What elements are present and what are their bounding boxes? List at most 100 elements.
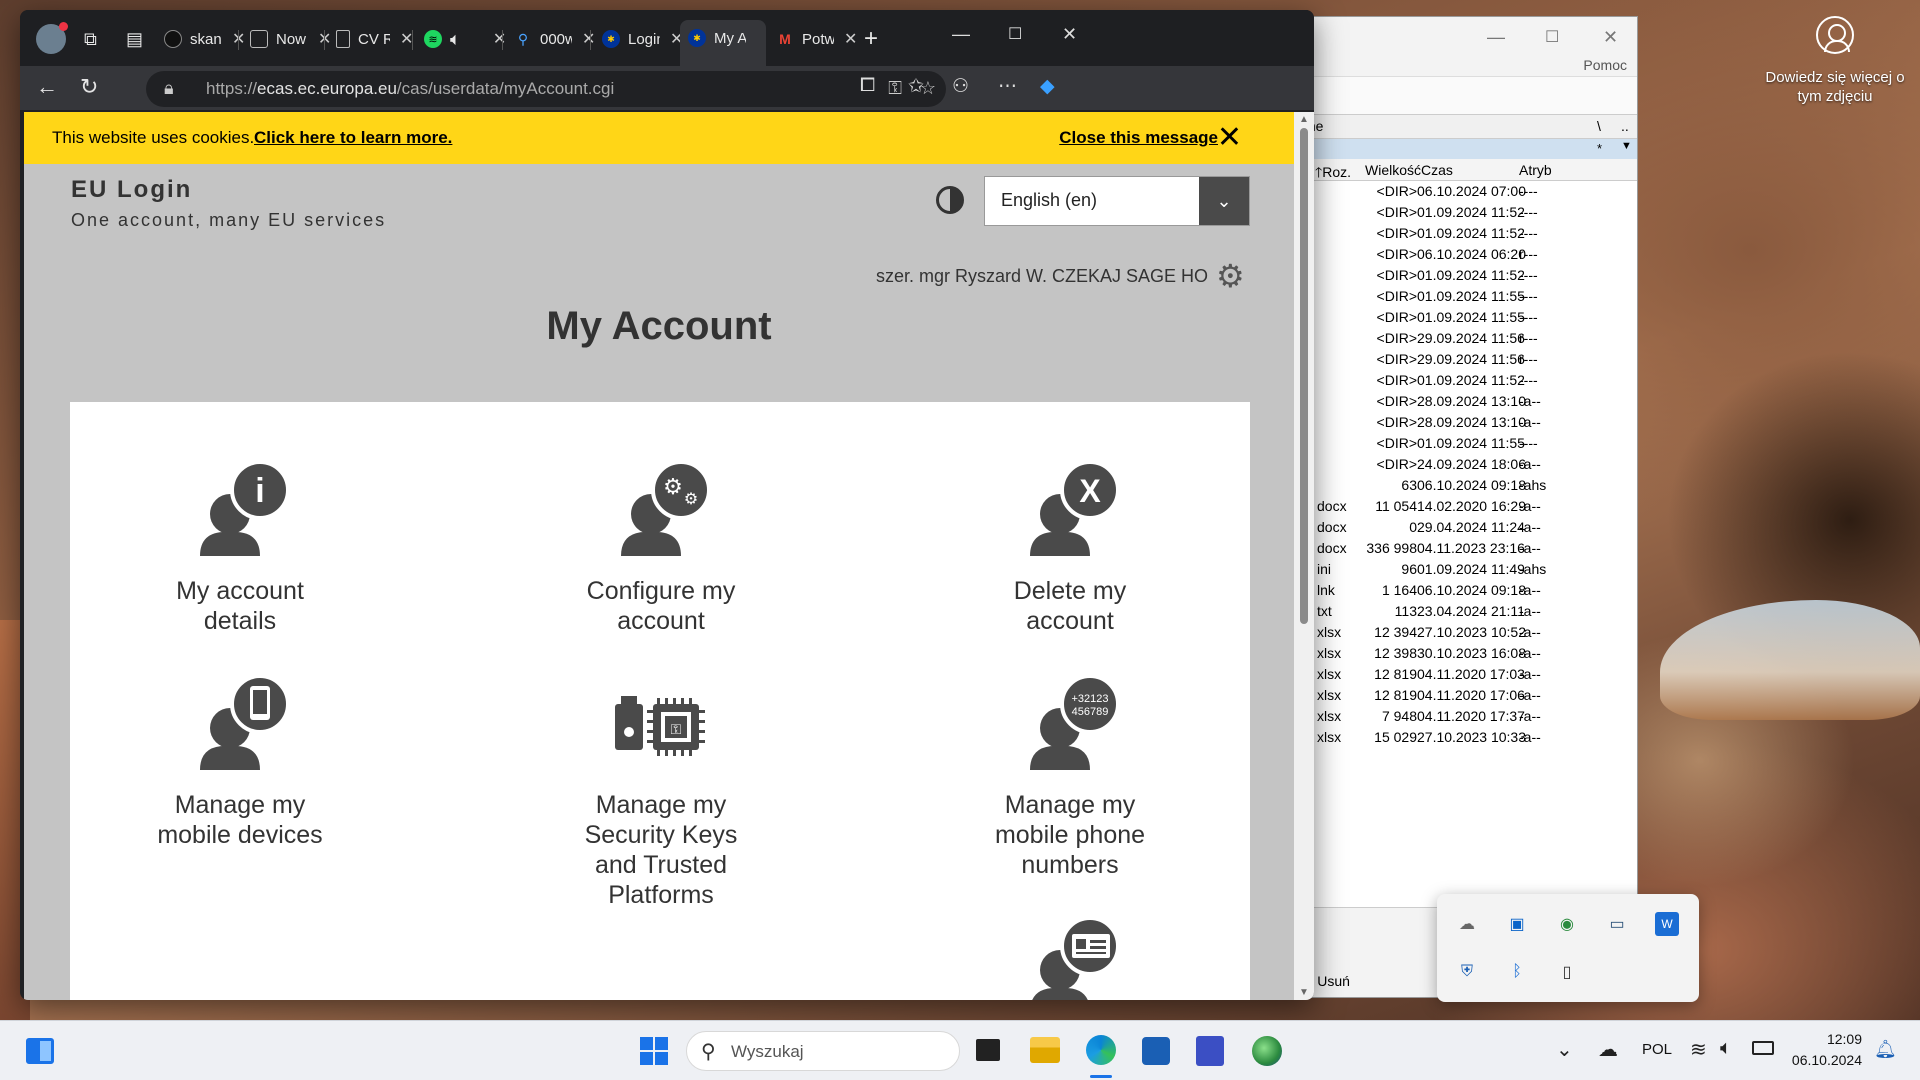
fm-root-button[interactable]: \ — [1597, 118, 1601, 134]
fm-close-icon[interactable]: ✕ — [1603, 27, 1618, 48]
store-icon[interactable] — [1142, 1037, 1170, 1065]
scroll-down-icon[interactable]: ▼ — [1299, 987, 1309, 998]
clock-date[interactable]: 06.10.2024 — [1790, 1052, 1862, 1068]
favorites-icon[interactable]: ✩ — [908, 75, 924, 98]
vertical-tabs-icon[interactable]: ▤ — [118, 22, 143, 56]
tab-7[interactable]: M Potw ✕ — [768, 22, 857, 56]
tab-close-icon[interactable]: ✕ — [493, 29, 506, 49]
fm-file-row[interactable]: <DIR> 06.10.2024 07:00 ---- — [1291, 181, 1637, 202]
language-select[interactable]: English (en) ⌄ — [984, 176, 1250, 226]
fm-file-row[interactable]: <DIR> 01.09.2024 11:52 ---- — [1291, 202, 1637, 223]
tile-delete-account[interactable]: X Delete my account — [950, 460, 1190, 636]
speaker-icon[interactable]: 🔈︎ — [450, 29, 461, 50]
gear-icon[interactable]: ⚙ — [1216, 260, 1245, 292]
key-icon[interactable]: ⚿ — [888, 78, 902, 99]
fm-file-row[interactable]: ini 96 01.09.2024 11:49 -ahs — [1291, 559, 1637, 580]
fm-menu-help[interactable]: Pomoc — [1583, 57, 1627, 73]
save-disk-icon[interactable] — [1196, 1036, 1224, 1066]
tab-6-active[interactable]: ✱ My A — [680, 20, 766, 66]
scrollbar-thumb[interactable] — [1300, 128, 1308, 624]
chevron-up-icon[interactable]: ⌄ — [1556, 1037, 1573, 1062]
tile-configure-account[interactable]: ⚙ ⚙ Configure my account — [530, 460, 792, 636]
widgets-icon[interactable] — [26, 1038, 54, 1064]
fm-col-time[interactable]: Czas — [1421, 162, 1453, 178]
tab-2[interactable]: CV R ✕ — [328, 22, 413, 56]
tab-3[interactable]: ≋ 🔈︎ ✕ — [416, 22, 506, 56]
wifi-icon[interactable]: ≋ — [1690, 1037, 1707, 1062]
globe-app-icon[interactable]: ◉ — [1555, 912, 1579, 936]
maximize-icon[interactable]: ☐ — [1008, 24, 1022, 44]
fm-file-row[interactable]: docx 11 054 14.02.2020 16:29 -a-- — [1291, 496, 1637, 517]
new-tab-icon[interactable]: + — [856, 22, 878, 56]
tile-mobile-numbers[interactable]: +32123 456789 Manage my mobile phone numb… — [950, 674, 1190, 880]
notification-bell-icon[interactable]: 🔔︎ — [1874, 1039, 1897, 1060]
fm-file-row[interactable]: 63 06.10.2024 09:18 -ahs — [1291, 475, 1637, 496]
fm-file-row[interactable]: <DIR> 01.09.2024 11:52 ---- — [1291, 223, 1637, 244]
contrast-toggle-icon[interactable] — [936, 186, 964, 214]
fm-filter-row[interactable]: * ▼ — [1291, 139, 1637, 159]
start-windows-icon[interactable] — [640, 1037, 668, 1065]
display-icon[interactable]: ▭ — [1605, 912, 1629, 936]
cookie-learn-more-link[interactable]: Click here to learn more. — [254, 128, 452, 148]
fm-file-row[interactable]: lnk 1 164 06.10.2024 09:18 -a-- — [1291, 580, 1637, 601]
lock-icon[interactable]: 🔒︎ — [164, 78, 174, 99]
page-scrollbar[interactable]: ▲ ▼ — [1294, 112, 1314, 1000]
collections-icon[interactable]: ⚇ — [952, 75, 969, 98]
wave-app-icon[interactable]: W — [1655, 912, 1679, 936]
edge-icon[interactable] — [1086, 1035, 1116, 1065]
fm-file-row[interactable]: <DIR> 01.09.2024 11:55 ---- — [1291, 307, 1637, 328]
fm-file-row[interactable]: docx 336 998 04.11.2023 23:16 -a-- — [1291, 538, 1637, 559]
security-shield-icon[interactable]: ⛨ — [1455, 960, 1479, 984]
tile-security-keys[interactable]: ⚿ Manage my Security Keys and Trusted Pl… — [530, 674, 792, 910]
cookie-close-link[interactable]: Close this message — [1059, 128, 1218, 148]
address-bar[interactable]: 🔒︎ https://ecas.ec.europa.eu/cas/userdat… — [146, 71, 946, 107]
fm-file-row[interactable]: <DIR> 24.09.2024 18:06 -a-- — [1291, 454, 1637, 475]
cookie-close-icon[interactable]: ✕ — [1217, 120, 1242, 155]
cloud-sync-icon[interactable]: ☁ — [1455, 912, 1479, 936]
fm-file-row[interactable]: txt 113 23.04.2024 21:11 -a-- — [1291, 601, 1637, 622]
taskbar-search[interactable]: ⚲ Wyszukaj — [686, 1031, 960, 1071]
input-language[interactable]: POL — [1642, 1041, 1672, 1058]
tab-5[interactable]: ✱ Login ✕ — [594, 22, 683, 56]
browser-window[interactable]: ⧉ ▤ skan ✕ Now ✕ CV R ✕ ≋ 🔈︎ ✕ ⚲ 000w — [20, 10, 1314, 1000]
fm-file-row[interactable]: xlsx 12 819 04.11.2020 17:06 -a-- — [1291, 685, 1637, 706]
copilot-icon[interactable]: ◆ — [1040, 75, 1055, 98]
fm-up-button[interactable]: .. — [1621, 118, 1629, 134]
refresh-icon[interactable]: ↻ — [80, 74, 98, 100]
task-view-icon[interactable] — [976, 1039, 1000, 1061]
fm-file-row[interactable]: <DIR> 06.10.2024 06:20 r--- — [1291, 244, 1637, 265]
fm-col-size[interactable]: Wielkość — [1365, 162, 1421, 178]
fm-titlebar[interactable]: — ☐ ✕ — [1291, 17, 1637, 57]
fm-file-row[interactable]: <DIR> 01.09.2024 11:55 ---- — [1291, 433, 1637, 454]
fm-maximize-icon[interactable]: ☐ — [1545, 27, 1559, 47]
user-name[interactable]: szer. mgr Ryszard W. CZEKAJ SAGE HO — [876, 266, 1208, 287]
fm-file-row[interactable]: <DIR> 28.09.2024 13:10 -a-- — [1291, 391, 1637, 412]
back-icon[interactable]: ← — [36, 74, 58, 100]
fm-path-row[interactable]: olne \ .. — [1291, 115, 1637, 139]
workspaces-icon[interactable]: ⧉ — [76, 22, 97, 56]
fm-file-row[interactable]: xlsx 12 394 27.10.2023 10:52 -a-- — [1291, 622, 1637, 643]
more-menu-icon[interactable]: ⋯ — [998, 75, 1017, 98]
tab-1[interactable]: Now ✕ — [242, 22, 331, 56]
tab-4[interactable]: ⚲ 000w ✕ — [506, 22, 596, 56]
globe-taskbar-icon[interactable] — [1252, 1036, 1282, 1066]
volume-icon[interactable]: 🔈︎ — [1720, 1037, 1732, 1060]
tile-id-card[interactable] — [950, 916, 1190, 1000]
fm-file-row[interactable]: docx 0 29.04.2024 11:24 -a-- — [1291, 517, 1637, 538]
fm-minimize-icon[interactable]: — — [1487, 27, 1505, 48]
fm-file-row[interactable]: <DIR> 29.09.2024 11:56 r--- — [1291, 349, 1637, 370]
file-explorer-icon[interactable] — [1030, 1037, 1060, 1063]
fm-file-row[interactable]: xlsx 12 398 30.10.2023 16:08 -a-- — [1291, 643, 1637, 664]
profile-avatar[interactable] — [28, 22, 68, 56]
fm-filter-dropdown[interactable]: ▼ — [1621, 140, 1632, 152]
learn-about-picture[interactable]: Dowiedz się więcej o tym zdjęciu — [1760, 16, 1910, 106]
minimize-icon[interactable]: — — [952, 24, 970, 45]
close-window-icon[interactable]: ✕ — [1062, 24, 1077, 45]
fm-col-attr[interactable]: Atryb — [1519, 162, 1552, 178]
fm-file-row[interactable]: xlsx 12 819 04.11.2020 17:03 -a-- — [1291, 664, 1637, 685]
fm-file-row[interactable]: xlsx 7 948 04.11.2020 17:37 -a-- — [1291, 706, 1637, 727]
fm-filter[interactable]: * — [1597, 141, 1602, 156]
clock-time[interactable]: 12:09 — [1798, 1031, 1862, 1047]
battery-icon[interactable] — [1752, 1041, 1774, 1055]
eu-login-title[interactable]: EU Login — [71, 176, 192, 204]
